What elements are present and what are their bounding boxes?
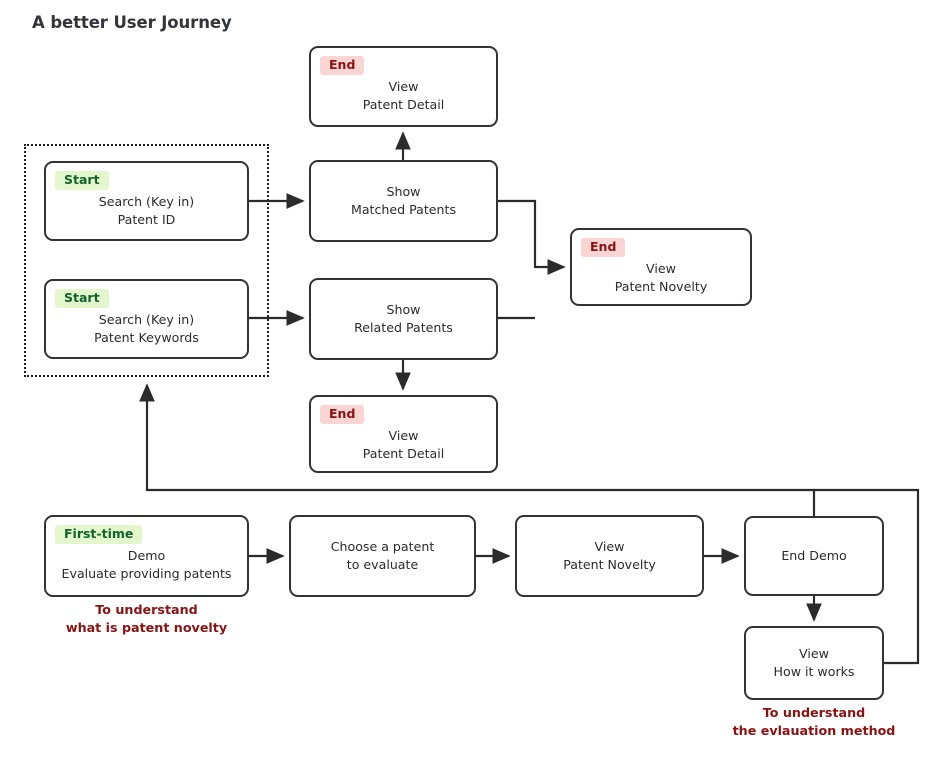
node-label: Choose a patent to evaluate (330, 539, 435, 572)
node-label: Show Matched Patents (350, 184, 457, 217)
node-view-patent-novelty-right[interactable]: End View Patent Novelty (570, 228, 752, 306)
node-view-patent-novelty-demo[interactable]: View Patent Novelty (515, 515, 704, 597)
node-label: Search (Key in) Patent ID (98, 194, 195, 227)
caption-understand-evaluation: To understand the evlauation method (732, 705, 896, 739)
page-title: A better User Journey (32, 13, 232, 32)
node-label: Show Related Patents (354, 302, 453, 335)
node-choose-a-patent[interactable]: Choose a patent to evaluate (289, 515, 476, 597)
node-show-related-patents[interactable]: Show Related Patents (309, 278, 498, 360)
node-label: View How it works (773, 646, 855, 679)
node-label: Demo Evaluate providing patents (61, 548, 232, 581)
node-label: View Patent Detail (362, 79, 445, 112)
caption-understand-novelty: To understand what is patent novelty (65, 602, 228, 636)
node-search-patent-keywords[interactable]: Start Search (Key in) Patent Keywords (44, 279, 249, 359)
end-badge: End (320, 405, 365, 425)
node-label: Search (Key in) Patent Keywords (94, 312, 199, 345)
node-end-demo[interactable]: End Demo (744, 516, 884, 596)
node-show-matched-patents[interactable]: Show Matched Patents (309, 160, 498, 242)
node-search-patent-id[interactable]: Start Search (Key in) Patent ID (44, 161, 249, 241)
start-badge: Start (55, 289, 109, 309)
start-badge: Start (55, 171, 109, 191)
node-label: View Patent Novelty (614, 261, 708, 294)
user-journey-diagram: A better User Journey End View Patent De… (0, 0, 944, 760)
node-label: End Demo (781, 548, 847, 564)
node-label: View Patent Detail (362, 428, 445, 461)
node-label: View Patent Novelty (563, 539, 656, 572)
node-view-how-it-works[interactable]: View How it works (744, 626, 884, 700)
node-view-patent-detail-top[interactable]: End View Patent Detail (309, 46, 498, 127)
end-badge: End (581, 238, 626, 258)
node-view-patent-detail-bottom[interactable]: End View Patent Detail (309, 395, 498, 473)
node-demo-evaluate[interactable]: First-time Demo Evaluate providing paten… (44, 515, 249, 597)
edge-matched-to-novelty (498, 199, 566, 275)
end-badge: End (320, 56, 365, 76)
first-time-badge: First-time (55, 525, 143, 545)
